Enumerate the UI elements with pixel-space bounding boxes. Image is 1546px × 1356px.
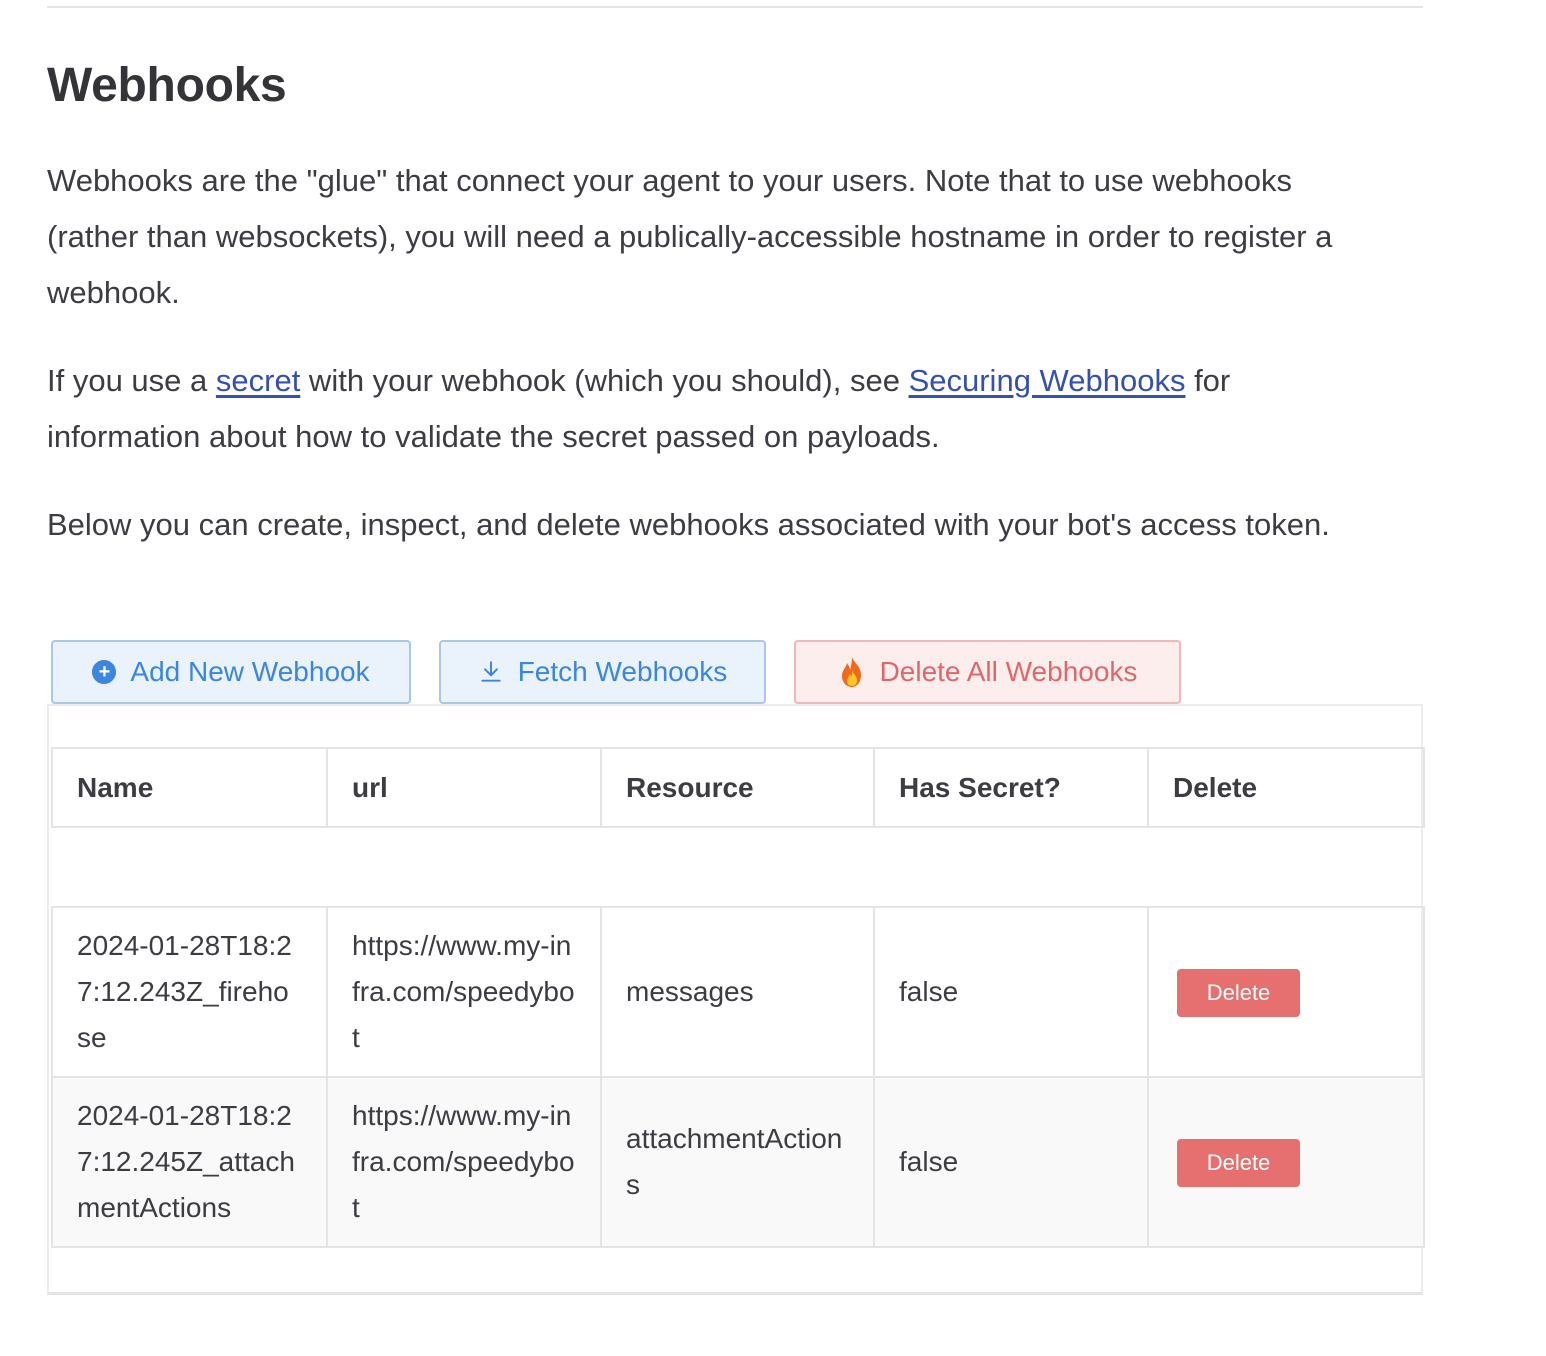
column-header-delete: Delete bbox=[1147, 747, 1425, 828]
webhooks-page: Webhooks Webhooks are the "glue" that co… bbox=[0, 0, 1546, 1356]
delete-all-webhooks-label: Delete All Webhooks bbox=[879, 656, 1138, 687]
column-header-has-secret: Has Secret? bbox=[873, 747, 1149, 828]
webhook-url-cell: https://www.my-infra.com/speedybot bbox=[326, 906, 602, 1078]
plus-circle-icon: + bbox=[92, 660, 117, 684]
download-icon bbox=[481, 661, 501, 682]
intro-paragraph: Webhooks are the "glue" that connect you… bbox=[47, 163, 1333, 310]
webhook-name-cell: 2024-01-28T18:27:12.245Z_attachmentActio… bbox=[51, 1076, 328, 1248]
webhook-delete-cell: Delete bbox=[1147, 906, 1425, 1078]
column-header-name: Name bbox=[51, 747, 328, 828]
secret-link[interactable]: secret bbox=[216, 363, 300, 398]
webhook-has-secret-cell: false bbox=[873, 1076, 1149, 1248]
delete-webhook-button[interactable]: Delete bbox=[1177, 968, 1300, 1017]
webhook-delete-cell: Delete bbox=[1147, 1076, 1425, 1248]
table-spacer-cell bbox=[52, 826, 1424, 908]
secret-paragraph: If you use a secret with your webhook (w… bbox=[47, 353, 1387, 465]
secret-text-before: If you use a bbox=[47, 363, 216, 398]
fetch-webhooks-button[interactable]: Fetch Webhooks bbox=[439, 640, 766, 704]
webhook-resource-cell: attachmentActions bbox=[600, 1076, 875, 1248]
securing-webhooks-link[interactable]: Securing Webhooks bbox=[909, 363, 1186, 398]
add-new-webhook-button[interactable]: + Add New Webhook bbox=[51, 640, 411, 704]
add-new-webhook-label: Add New Webhook bbox=[130, 656, 370, 687]
table-header-row: Name url Resource Has Secret? Delete bbox=[51, 747, 1425, 828]
column-header-resource: Resource bbox=[600, 747, 875, 828]
secret-text-middle: with your webhook (which you should), se… bbox=[300, 363, 909, 398]
webhook-url-cell: https://www.my-infra.com/speedybot bbox=[326, 1076, 602, 1248]
table-spacer-row bbox=[52, 826, 1424, 908]
manage-paragraph: Below you can create, inspect, and delet… bbox=[47, 507, 1330, 542]
webhook-has-secret-cell: false bbox=[873, 906, 1149, 1078]
fetch-webhooks-label: Fetch Webhooks bbox=[517, 656, 728, 687]
top-divider bbox=[47, 6, 1423, 8]
webhook-name-cell: 2024-01-28T18:27:12.243Z_firehose bbox=[51, 906, 328, 1078]
table-row: 2024-01-28T18:27:12.245Z_attachmentActio… bbox=[51, 1076, 1425, 1248]
delete-webhook-button[interactable]: Delete bbox=[1177, 1138, 1300, 1187]
page-title: Webhooks bbox=[47, 59, 287, 112]
webhooks-table-container: Name url Resource Has Secret? Delete 202… bbox=[47, 704, 1425, 1295]
column-header-url: url bbox=[326, 747, 602, 828]
delete-all-webhooks-button[interactable]: Delete All Webhooks bbox=[794, 640, 1181, 704]
table-row: 2024-01-28T18:27:12.243Z_firehose https:… bbox=[51, 906, 1425, 1078]
fire-icon bbox=[841, 657, 861, 687]
webhooks-table: Name url Resource Has Secret? Delete 202… bbox=[51, 747, 1425, 1248]
webhook-resource-cell: messages bbox=[600, 906, 875, 1078]
